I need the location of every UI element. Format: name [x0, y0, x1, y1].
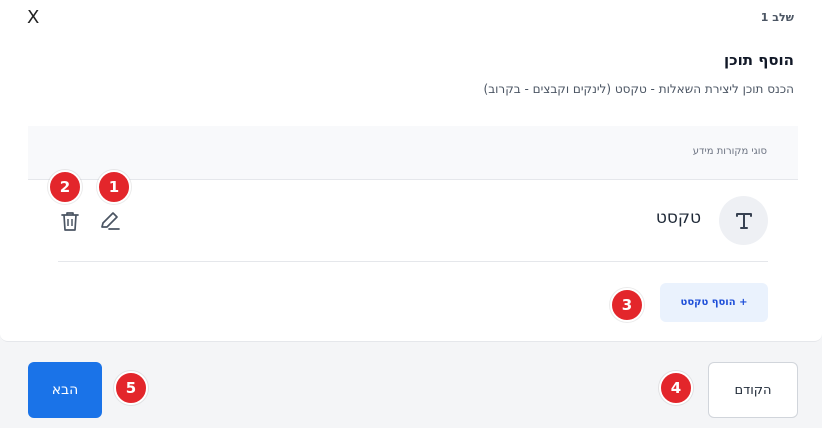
sources-table-header: סוגי מקורות מידע	[28, 126, 798, 180]
trash-icon[interactable]	[57, 208, 83, 234]
source-row-label: טקסט	[655, 208, 701, 228]
dialog-panel: X שלב 1 הוסף תוכן הכנס תוכן ליצירת השאלו…	[0, 0, 822, 342]
annotation-badge: 2	[48, 170, 82, 204]
pencil-icon[interactable]	[97, 208, 123, 234]
add-text-button[interactable]: + הוסף טקסט	[660, 283, 768, 322]
previous-button[interactable]: הקודם	[708, 362, 798, 418]
row-divider	[58, 261, 768, 262]
page-subtitle: הכנס תוכן ליצירת השאלות - טקסט (לינקים ו…	[483, 82, 794, 96]
annotation-badge: 1	[97, 170, 131, 204]
next-button[interactable]: הבא	[28, 362, 102, 418]
text-type-icon	[719, 196, 768, 245]
annotation-badge: 5	[114, 371, 148, 405]
close-button[interactable]: X	[27, 8, 39, 28]
sources-table-header-label: סוגי מקורות מידע	[692, 146, 767, 157]
annotation-badge: 3	[610, 288, 644, 322]
step-label: שלב 1	[760, 11, 794, 24]
annotation-badge: 4	[659, 371, 693, 405]
page-title: הוסף תוכן	[723, 51, 794, 69]
